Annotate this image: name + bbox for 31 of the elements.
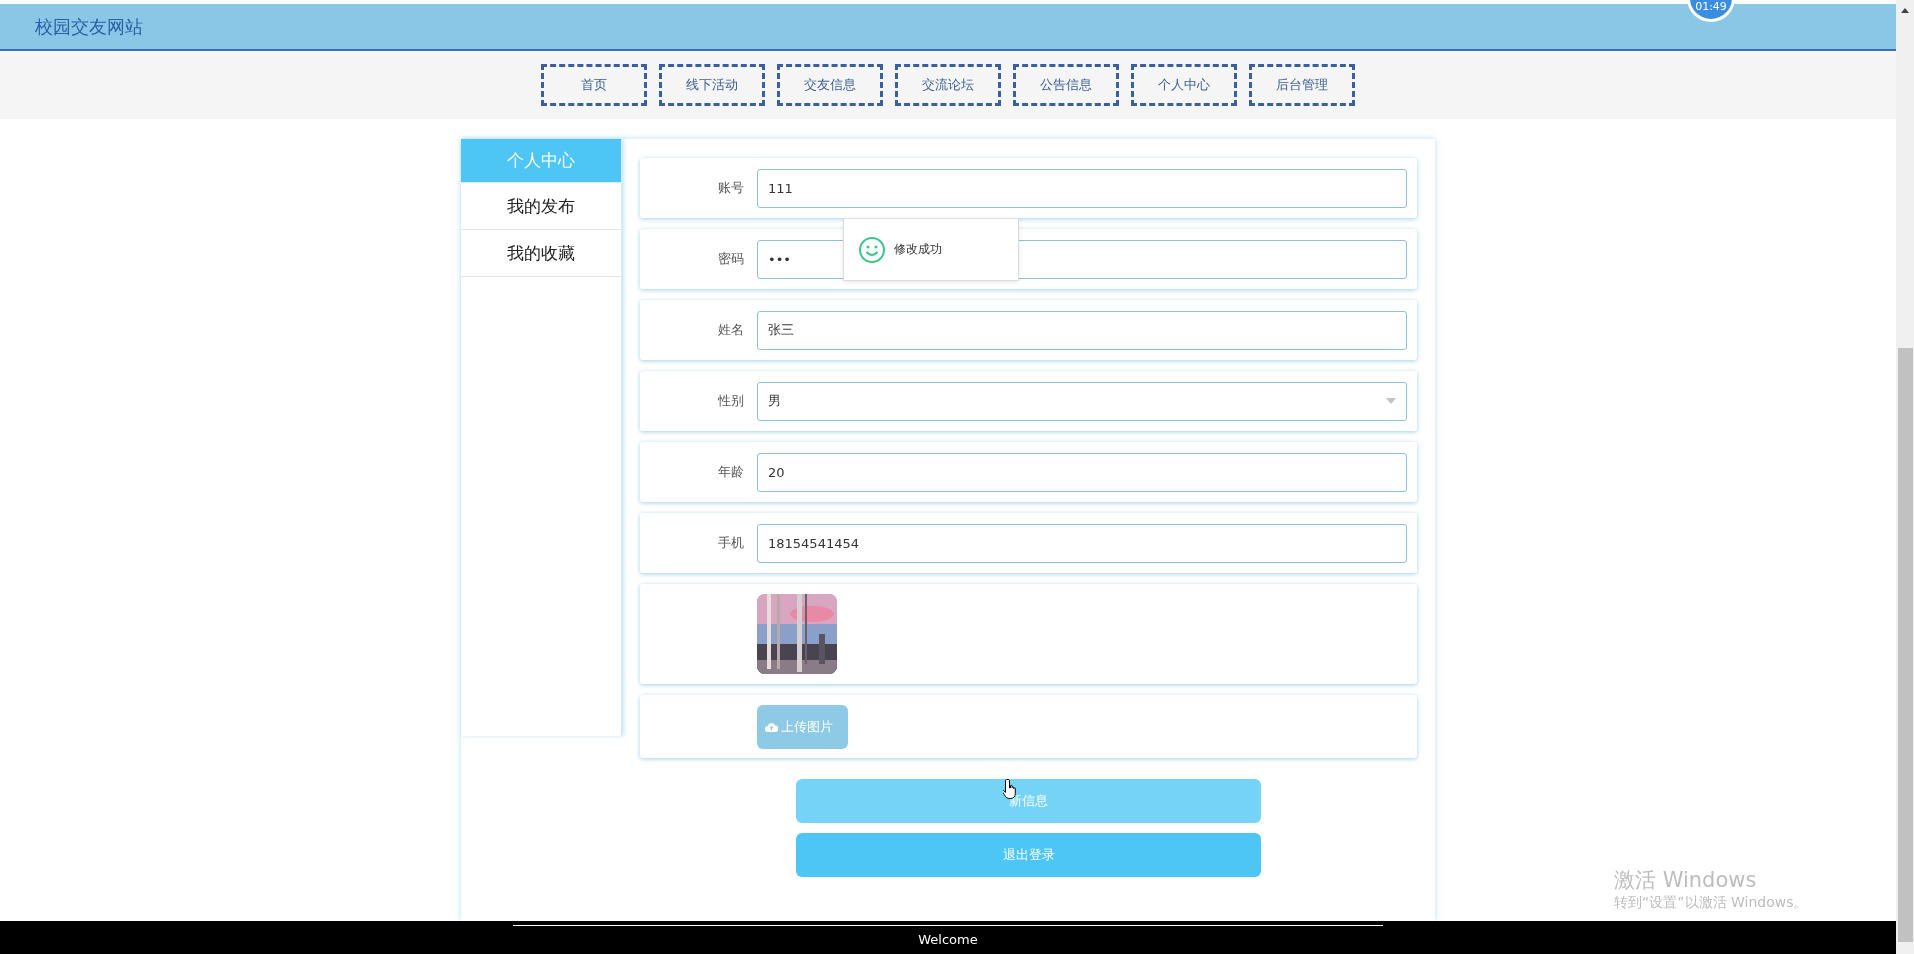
- field-label: 密码: [717, 250, 744, 268]
- nav-tab[interactable]: 交友信息: [777, 64, 883, 106]
- nav-tab[interactable]: 个人中心: [1131, 64, 1237, 106]
- input-field[interactable]: 张三: [757, 310, 1407, 350]
- nav-tab[interactable]: 后台管理: [1249, 64, 1355, 106]
- input-field[interactable]: 18154541454: [757, 523, 1407, 563]
- nav-tab[interactable]: 交流论坛: [895, 64, 1001, 106]
- scroll-up-icon[interactable]: [1901, 8, 1909, 13]
- field-label: 账号: [717, 179, 744, 197]
- smiley-icon: [858, 235, 886, 264]
- activation-title: 激活 Windows: [1614, 867, 1758, 894]
- footer-text: Welcome: [918, 932, 978, 947]
- toast-message: 修改成功: [894, 241, 942, 258]
- sidebar-item[interactable]: 我的收藏: [461, 230, 621, 277]
- nav-tab[interactable]: 首页: [541, 64, 647, 106]
- field-label: 年龄: [717, 463, 744, 481]
- select-field[interactable]: 男: [757, 381, 1407, 421]
- site-title: 校园交友网站: [35, 14, 143, 39]
- activation-hint: 转到“设置”以激活 Windows。: [1614, 894, 1808, 912]
- field-label: 姓名: [717, 321, 744, 339]
- sidebar-item[interactable]: 我的发布: [461, 183, 621, 230]
- nav-tab[interactable]: 公告信息: [1013, 64, 1119, 106]
- cloud-upload-icon: [765, 721, 778, 732]
- input-field[interactable]: 111: [757, 168, 1407, 208]
- field-label: 性别: [717, 392, 744, 410]
- scrollbar[interactable]: [1896, 0, 1914, 954]
- input-field[interactable]: 20: [757, 452, 1407, 492]
- nav-tab[interactable]: 线下活动: [659, 64, 765, 106]
- clock-badge: 01:49: [1687, 0, 1735, 22]
- caret-icon: [1386, 398, 1396, 404]
- field-label: 手机: [717, 534, 744, 552]
